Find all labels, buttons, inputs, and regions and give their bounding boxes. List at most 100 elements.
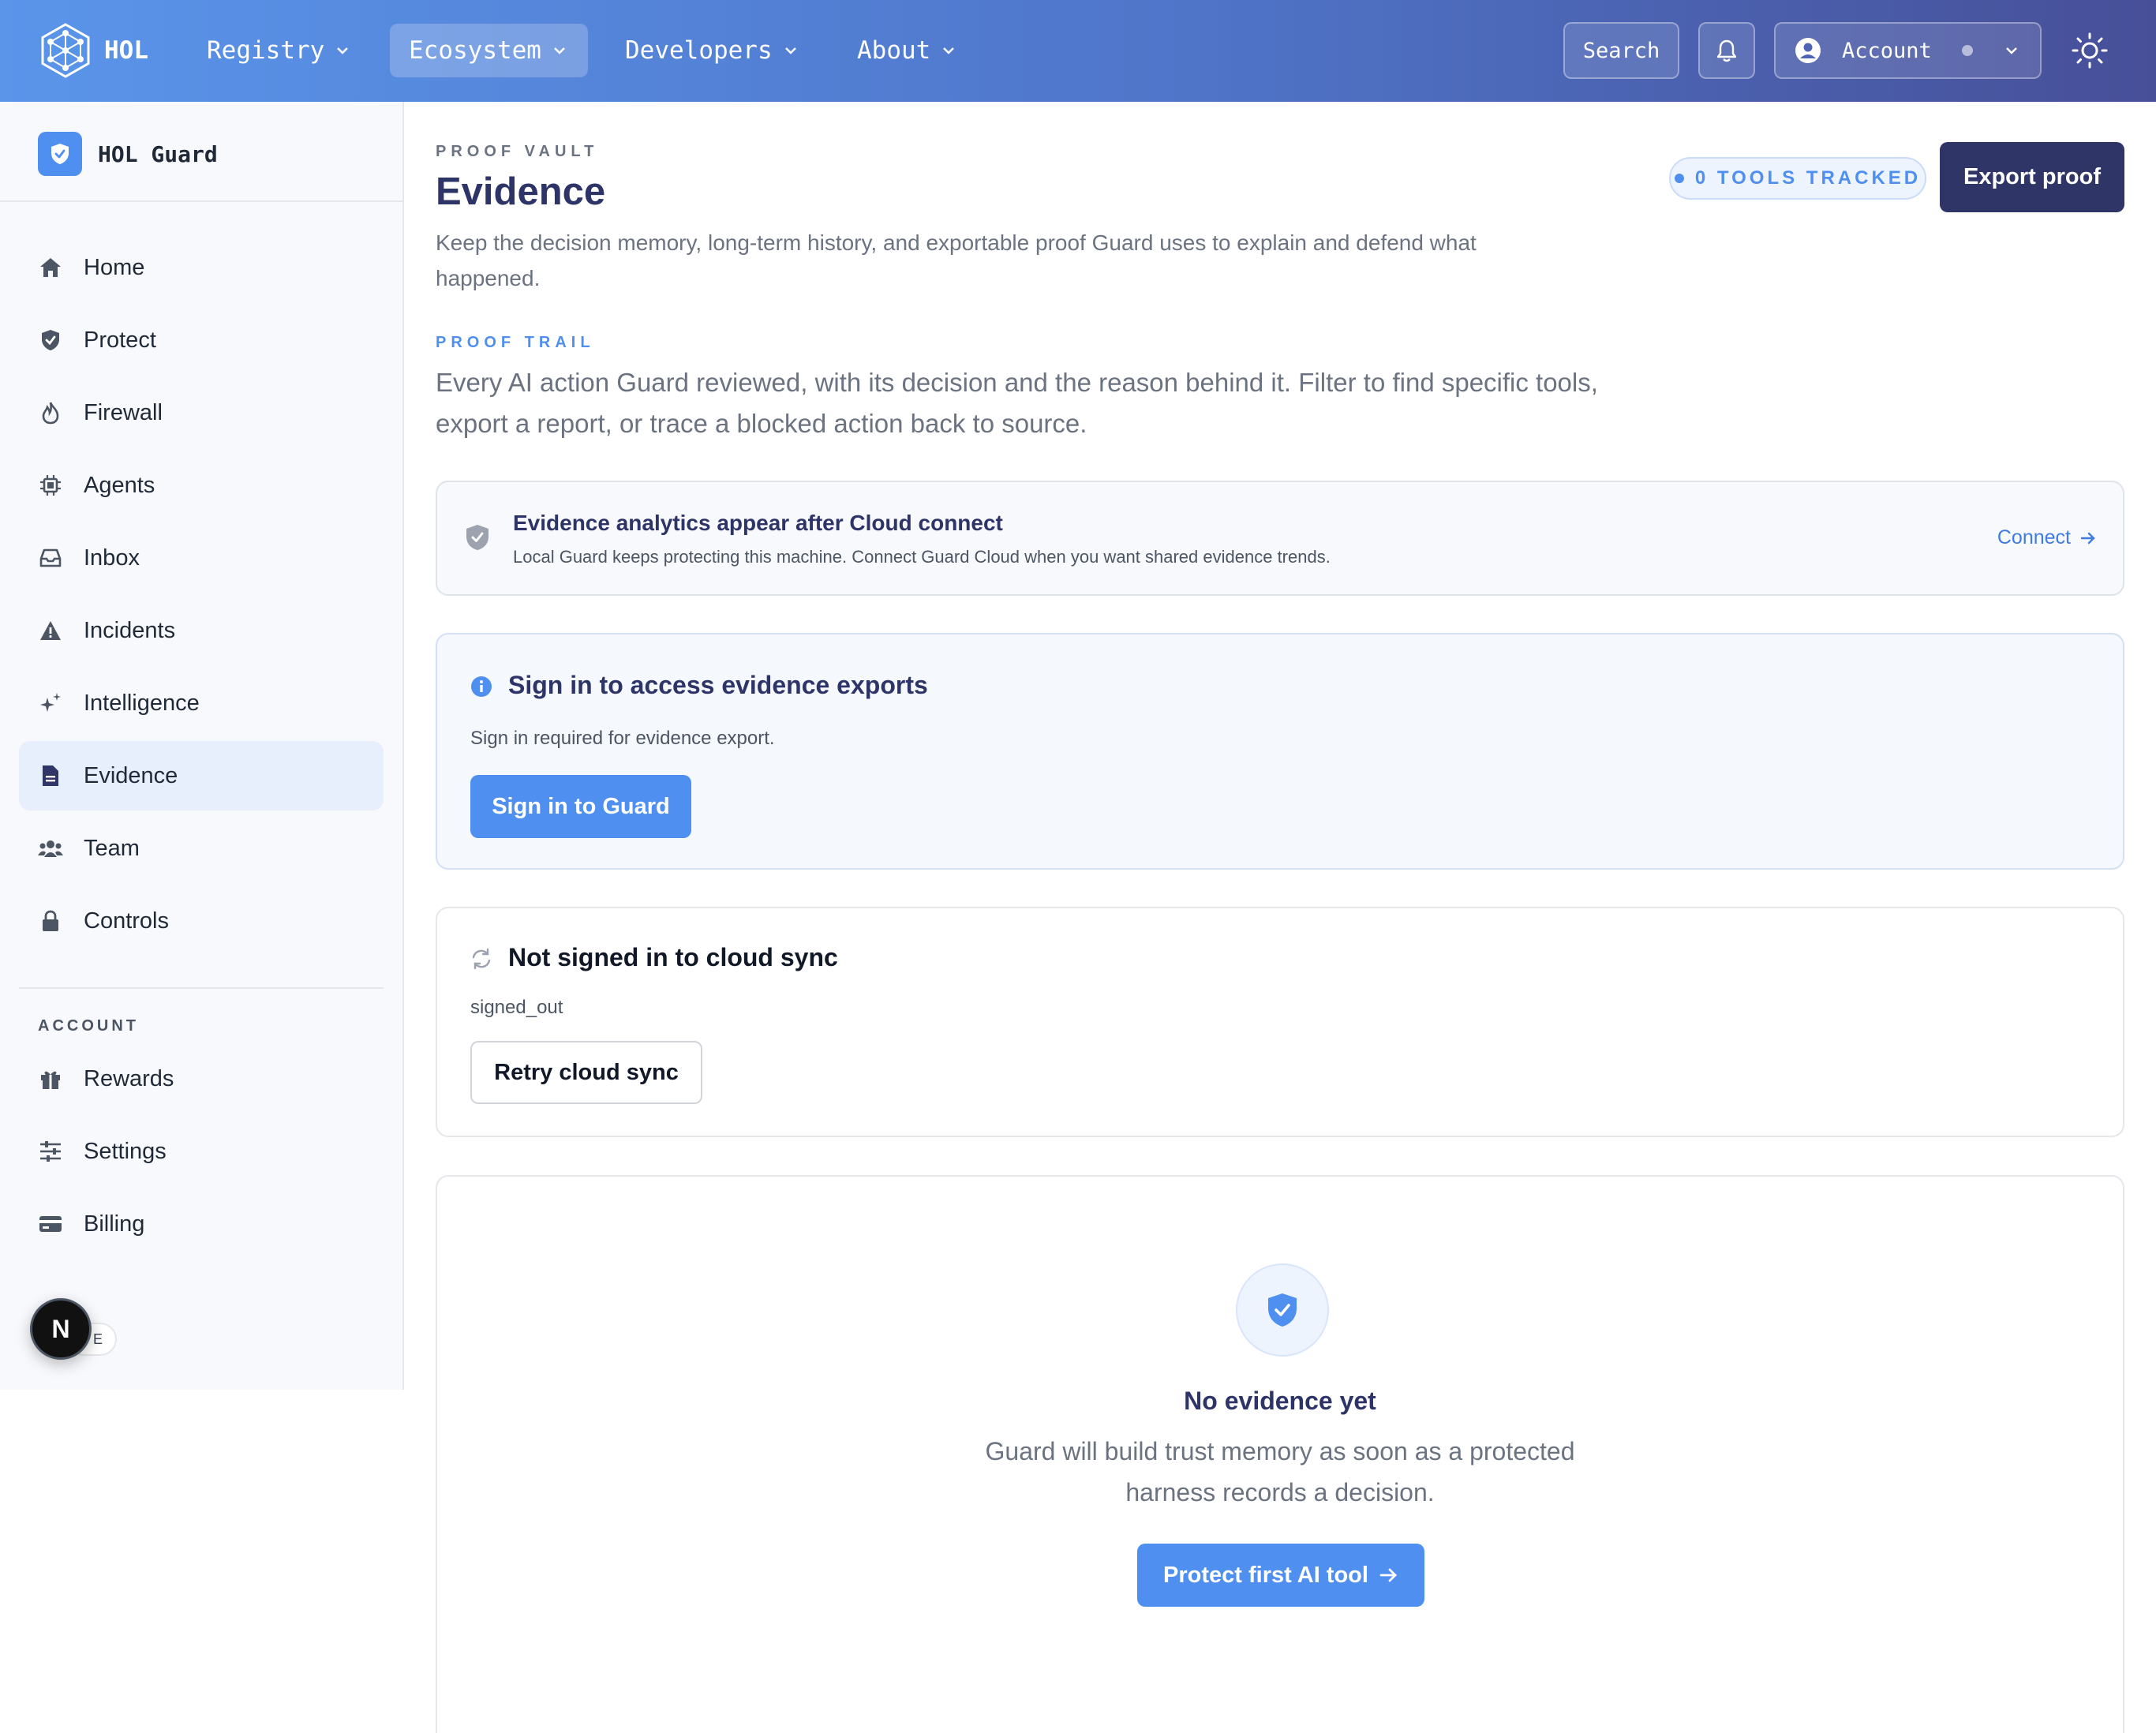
nav-developers[interactable]: Developers: [606, 24, 817, 77]
sidebar-item-label: Billing: [84, 1211, 145, 1237]
sidebar-brand[interactable]: HOL Guard: [38, 132, 218, 176]
shield-check-icon: [38, 328, 63, 353]
sidebar-item-team[interactable]: Team: [19, 814, 384, 883]
sidebar-item-label: Firewall: [84, 399, 163, 425]
users-icon: [38, 836, 63, 861]
arrow-right-icon: [1379, 1568, 1397, 1582]
connect-link-label: Connect: [1997, 526, 2071, 548]
tools-tracked-badge: 0 TOOLS TRACKED: [1669, 157, 1926, 200]
sidebar-item-agents[interactable]: Agents: [19, 451, 384, 520]
guard-logo-icon: [38, 132, 82, 176]
nav-ecosystem-label: Ecosystem: [409, 36, 541, 65]
sidebar-item-label: Evidence: [84, 762, 178, 788]
brand-name: HOL: [104, 36, 148, 65]
sidebar-divider: [0, 200, 404, 202]
hexagon-network-logo-icon: [41, 23, 90, 78]
chevron-down-icon: [337, 47, 349, 54]
sidebar-item-evidence[interactable]: Evidence: [19, 741, 384, 810]
search-button[interactable]: Search: [1563, 22, 1679, 79]
notifications-button[interactable]: [1698, 22, 1755, 79]
export-proof-button[interactable]: Export proof: [1940, 142, 2124, 212]
dev-tools-badge-label: N: [51, 1314, 70, 1343]
nav-developers-label: Developers: [625, 36, 773, 65]
sidebar-item-label: Settings: [84, 1138, 167, 1164]
flame-icon: [38, 400, 63, 425]
empty-state-title: No evidence yet: [1184, 1387, 1376, 1415]
brand-home-link[interactable]: HOL: [39, 22, 148, 79]
refresh-icon: [472, 948, 491, 970]
page-eyebrow: PROOF VAULT: [436, 143, 599, 160]
sidebar-item-settings[interactable]: Settings: [19, 1117, 384, 1186]
sidebar-item-label: Protect: [84, 327, 156, 353]
theme-toggle-button[interactable]: [2071, 32, 2109, 69]
sign-in-card: Sign in to access evidence exports Sign …: [436, 633, 2124, 870]
empty-state-card: No evidence yet Guard will build trust m…: [436, 1175, 2124, 1733]
sidebar-item-protect[interactable]: Protect: [19, 305, 384, 375]
sidebar-item-firewall[interactable]: Firewall: [19, 378, 384, 447]
cpu-icon: [38, 473, 63, 498]
cloud-sync-status: signed_out: [470, 997, 563, 1018]
nav-about[interactable]: About: [838, 24, 975, 77]
cloud-sync-card: Not signed in to cloud sync signed_out R…: [436, 907, 2124, 1137]
sidebar-item-label: Inbox: [84, 545, 140, 571]
trail-eyebrow: PROOF TRAIL: [436, 334, 595, 351]
lock-icon: [38, 908, 63, 934]
empty-state-body: Guard will build trust memory as soon as…: [985, 1437, 1575, 1507]
info-icon: [471, 676, 492, 697]
top-navigation-bar: HOL Registry Ecosystem Developers About …: [0, 0, 2156, 102]
tools-tracked-label: 0 TOOLS TRACKED: [1694, 167, 1922, 189]
search-button-label: Search: [1582, 38, 1660, 63]
protect-first-tool-label: Protect first AI tool: [1163, 1562, 1368, 1588]
warning-icon: [38, 618, 63, 643]
sidebar-item-intelligence[interactable]: Intelligence: [19, 668, 384, 738]
sidebar-item-rewards[interactable]: Rewards: [19, 1044, 384, 1114]
page-subtitle: Keep the decision memory, long-term hist…: [436, 230, 1477, 290]
arrow-right-icon: [2080, 532, 2095, 544]
sidebar-item-label: Agents: [84, 472, 155, 498]
sidebar-item-controls[interactable]: Controls: [19, 886, 384, 956]
dev-indicator-pill-label: E: [92, 1331, 103, 1347]
nav-registry[interactable]: Registry: [188, 24, 369, 77]
document-icon: [38, 763, 63, 788]
sun-icon: [2072, 32, 2108, 69]
analytics-notice-card: Evidence analytics appear after Cloud co…: [436, 481, 2124, 596]
connect-link[interactable]: Connect: [1997, 526, 2096, 549]
sign-in-title: Sign in to access evidence exports: [508, 671, 928, 699]
sidebar-item-label: Team: [84, 835, 140, 861]
sidebar-item-inbox[interactable]: Inbox: [19, 523, 384, 593]
sidebar-item-home[interactable]: Home: [19, 233, 384, 302]
bell-icon: [1716, 39, 1737, 62]
sidebar: HOL Guard Home Protect Firewall Agents I…: [0, 102, 404, 1390]
sidebar-section-account: ACCOUNT: [38, 1017, 139, 1035]
chevron-down-icon: [784, 47, 796, 54]
account-menu-button[interactable]: Account: [1774, 22, 2042, 79]
sidebar-brand-name: HOL Guard: [98, 140, 218, 167]
sidebar-item-label: Controls: [84, 908, 169, 934]
nav-about-label: About: [857, 36, 931, 65]
shield-check-icon: [466, 525, 488, 550]
chevron-down-icon: [2005, 47, 2017, 54]
sparkles-icon: [38, 691, 63, 716]
sidebar-divider: [19, 987, 384, 989]
chevron-down-icon: [943, 47, 955, 54]
sidebar-item-label: Home: [84, 254, 145, 280]
protect-first-tool-button[interactable]: Protect first AI tool: [1137, 1544, 1424, 1607]
sidebar-item-label: Rewards: [84, 1065, 174, 1091]
retry-cloud-sync-button[interactable]: Retry cloud sync: [470, 1041, 702, 1104]
credit-card-icon: [38, 1211, 63, 1237]
gift-icon: [38, 1066, 63, 1091]
trail-description: Every AI action Guard reviewed, with its…: [436, 368, 1598, 438]
dev-tools-badge[interactable]: N: [30, 1298, 92, 1360]
sign-in-button[interactable]: Sign in to Guard: [470, 775, 691, 838]
sidebar-item-incidents[interactable]: Incidents: [19, 596, 384, 665]
shield-check-icon: [1236, 1263, 1329, 1357]
nav-ecosystem[interactable]: Ecosystem: [390, 24, 588, 77]
user-circle-icon: [1795, 38, 1821, 63]
sliders-icon: [38, 1139, 63, 1164]
sidebar-item-billing[interactable]: Billing: [19, 1189, 384, 1259]
chevron-down-icon: [554, 47, 565, 54]
home-icon: [38, 255, 63, 280]
sign-in-body: Sign in required for evidence export.: [470, 728, 775, 749]
inbox-icon: [38, 545, 63, 571]
sidebar-item-label: Incidents: [84, 617, 176, 643]
